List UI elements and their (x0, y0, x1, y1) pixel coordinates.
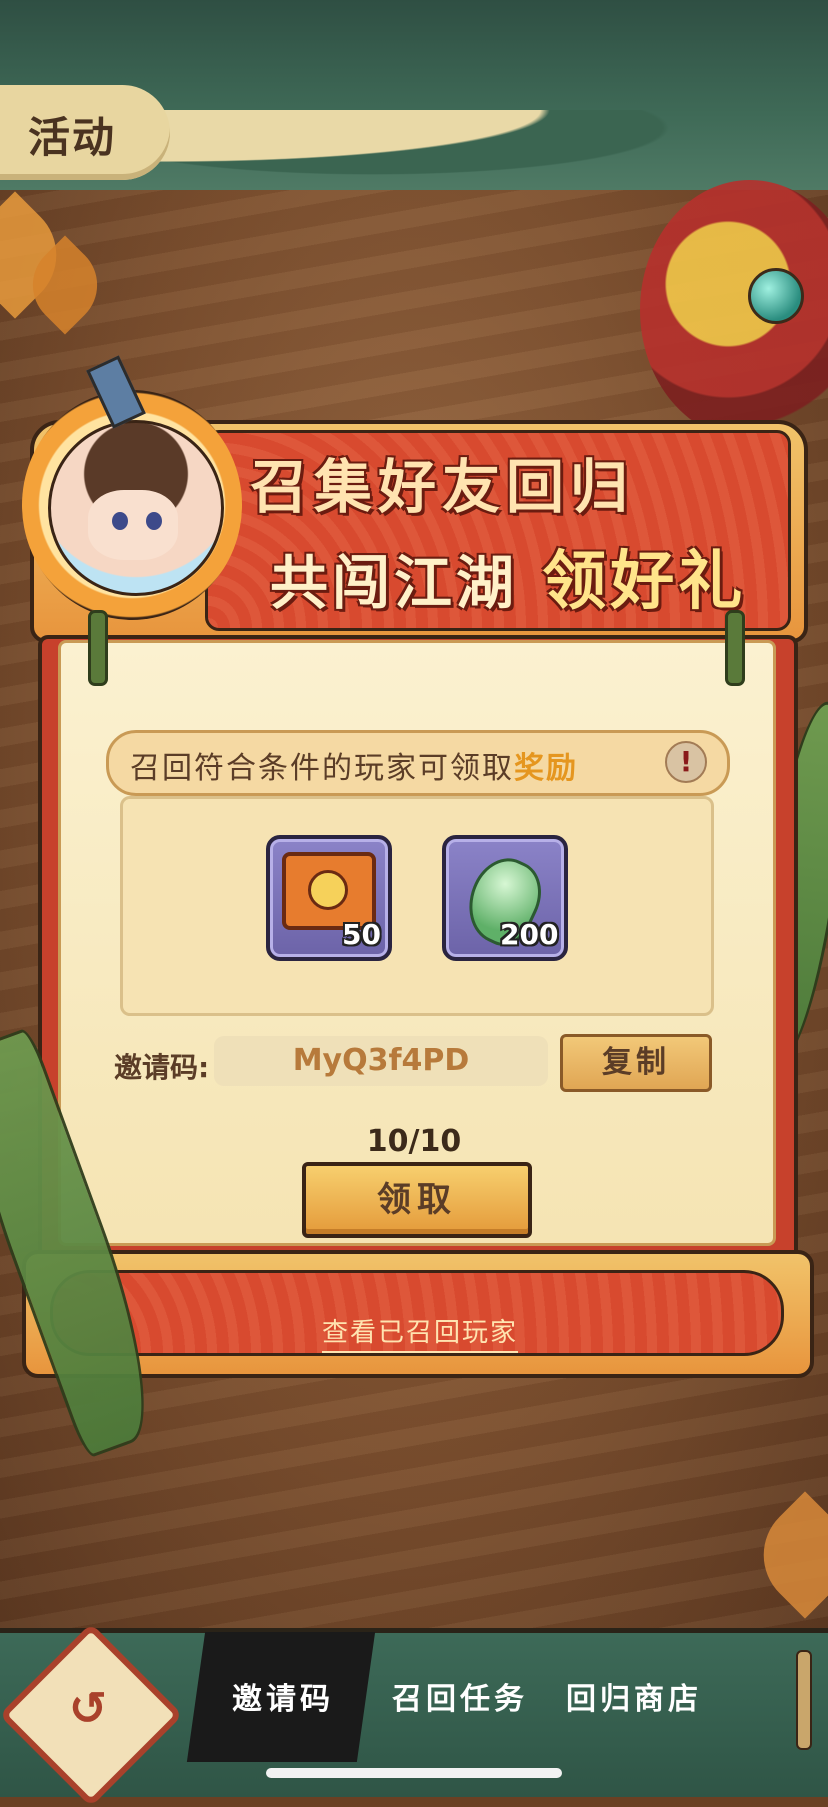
claim-button[interactable]: 领取 (302, 1162, 532, 1238)
scroll-handle[interactable] (796, 1650, 812, 1750)
claim-progress: 10/10 (366, 1124, 462, 1159)
chest-lock-icon (308, 870, 348, 910)
notice-text-highlight: 奖励 (514, 751, 578, 786)
scroll-hook (725, 610, 745, 686)
banner-subheadline: 共闯江湖 领好礼 (270, 530, 746, 622)
scroll-hook (88, 610, 108, 686)
reward-quantity: 50 (342, 918, 381, 951)
copy-button[interactable]: 复制 (560, 1034, 712, 1092)
info-icon[interactable]: ! (665, 741, 707, 783)
jade-orb-icon (748, 268, 804, 324)
banner-subheadline-prefix: 共闯江湖 (270, 549, 543, 617)
tab-recall-tasks[interactable]: 召回任务 (392, 1674, 528, 1718)
character-eye (112, 512, 128, 530)
view-recalled-players-link[interactable]: 查看已召回玩家 (322, 1312, 519, 1353)
notice-text: 召回符合条件的玩家可领取奖励 (130, 743, 578, 787)
character-eye (146, 512, 162, 530)
notice-text-prefix: 召回符合条件的玩家可领取 (130, 751, 514, 786)
home-indicator[interactable] (266, 1768, 562, 1778)
tab-invite-code[interactable]: 邀请码 (232, 1674, 334, 1718)
tab-return-shop[interactable]: 回归商店 (566, 1674, 702, 1718)
banner-subheadline-accent: 领好礼 (542, 544, 747, 619)
invite-code-field[interactable]: MyQ3f4PD (214, 1036, 548, 1086)
banner-headline: 召集好友回归 (250, 453, 635, 521)
character-face (88, 490, 178, 560)
page-title: 活动 (28, 113, 117, 162)
back-arrow-icon[interactable]: ↺ (60, 1680, 116, 1736)
reward-quantity: 200 (500, 918, 559, 951)
invite-code-label: 邀请码: (114, 1051, 210, 1084)
reward-area (120, 796, 714, 1016)
